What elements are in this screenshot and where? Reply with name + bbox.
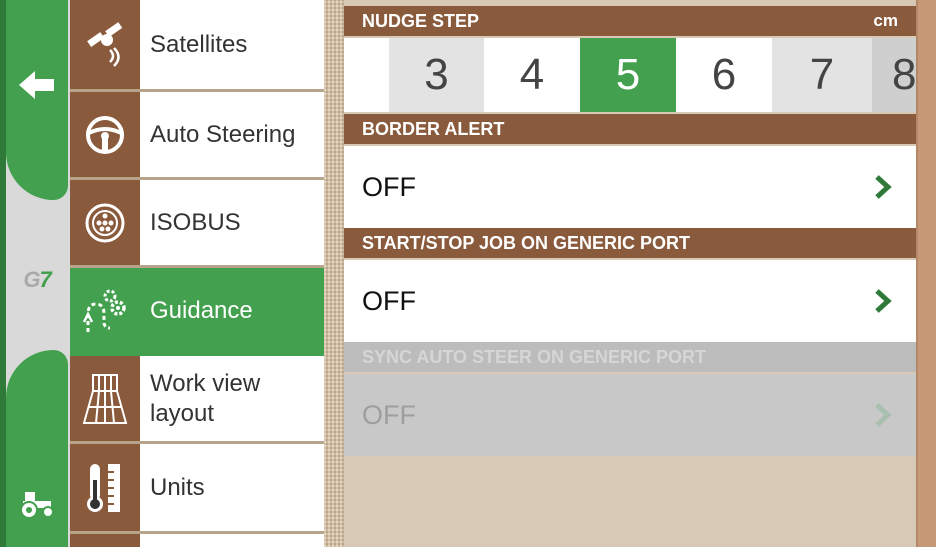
logo-g: G [23,267,40,292]
menu-item-guidance[interactable]: Guidance [70,268,336,356]
menu-item-satellites[interactable]: Satellites [70,0,324,92]
border-alert-title: BORDER ALERT [362,118,505,139]
logo-7: 7 [39,267,51,292]
sync-auto-steer-row: OFF [344,374,916,456]
menu-item-icon-box [70,444,140,531]
menu-item-icon-box [70,268,140,353]
isobus-icon [85,203,125,242]
woven-separator-overlay [324,0,344,547]
menu-item-label: Units [150,473,205,501]
nudge-option[interactable]: 8 [872,38,916,112]
steering-wheel-icon [86,115,124,154]
menu-item-units[interactable]: Units [70,444,324,534]
menu-item-work-view-layout[interactable]: Work view layout [70,356,324,444]
border-alert-row[interactable]: OFF [344,146,916,228]
menu-item-icon-box [70,92,140,177]
menu-item-label: Work view layout [150,369,261,427]
nudge-step-unit: cm [873,11,898,30]
left-rail: G7 [0,0,70,547]
start-stop-title: START/STOP JOB ON GENERIC PORT [362,232,691,253]
nudge-option[interactable]: 2 [344,38,349,112]
sync-auto-steer-header: SYNC AUTO STEER ON GENERIC PORT [344,342,916,372]
start-stop-value: OFF [362,285,416,316]
nudge-option[interactable]: 7 [772,38,872,112]
satellite-icon [87,21,123,67]
menu-item-icon-box [70,0,140,89]
start-stop-header: START/STOP JOB ON GENERIC PORT [344,228,916,258]
menu-item-label: Satellites [150,30,248,58]
back-arrow-icon [19,71,54,99]
sync-auto-steer-title: SYNC AUTO STEER ON GENERIC PORT [362,346,707,367]
nudge-step-title: NUDGE STEP [362,10,480,31]
menu-item-icon-box [70,534,140,547]
border-alert-header: BORDER ALERT [344,114,916,144]
tractor-icon [20,492,54,519]
nudge-option-selected[interactable]: 5 [580,38,676,112]
guidance-gear-icon [82,289,126,332]
menu-item-partial [70,534,324,547]
menu-item-icon-box [70,180,140,265]
start-stop-row[interactable]: OFF [344,260,916,342]
border-alert-value: OFF [362,171,416,202]
back-button[interactable] [6,55,68,115]
tractor-button[interactable] [6,478,68,528]
menu-item-icon-box [70,356,140,441]
sync-auto-steer-value: OFF [362,399,416,430]
nudge-step-selector[interactable]: 2 3 4 5 6 7 8 [344,38,916,112]
settings-menu: Satellites Auto Steering ISOBUS Guidance… [70,0,336,547]
work-view-grid-icon [82,373,128,424]
menu-item-label: ISOBUS [150,208,241,236]
chevron-right-icon [875,403,892,427]
menu-item-isobus[interactable]: ISOBUS [70,180,324,268]
nudge-option[interactable]: 4 [484,38,580,112]
scrollbar[interactable] [916,0,936,547]
nudge-option[interactable]: 3 [389,38,484,112]
menu-item-label: Guidance [150,296,253,324]
menu-item-auto-steering[interactable]: Auto Steering [70,92,324,180]
guidance-settings-panel: NUDGE STEP cm 2 3 4 5 6 7 8 BORDER ALERT… [344,0,916,547]
nudge-step-header: NUDGE STEP cm [344,6,916,36]
thermometer-ruler-icon [87,463,120,512]
chevron-right-icon [875,175,892,199]
nudge-option[interactable]: 6 [676,38,772,112]
chevron-right-icon [875,289,892,313]
g7-logo: G7 [6,262,68,298]
menu-item-label: Auto Steering [150,120,296,148]
